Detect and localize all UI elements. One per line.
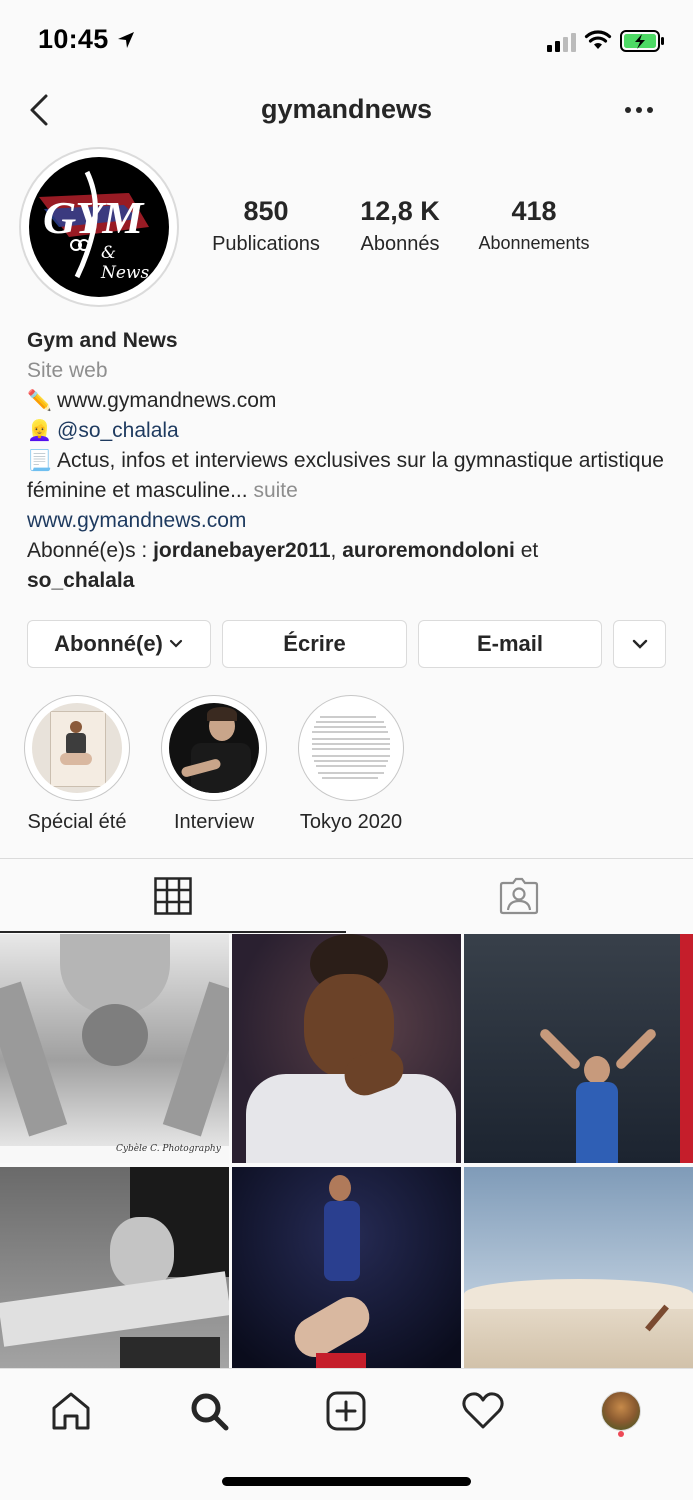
following-label: Abonnements bbox=[478, 233, 590, 253]
highlight-thumbnail bbox=[32, 703, 122, 793]
email-button[interactable]: E-mail bbox=[418, 620, 602, 668]
bio-line-mention: 👱‍♀️ @so_chalala bbox=[27, 416, 677, 446]
follower-1: jordanebayer2011 bbox=[153, 539, 331, 562]
pencil-emoji: ✏️ bbox=[27, 390, 52, 412]
more-link[interactable]: suite bbox=[253, 479, 297, 502]
follower-3: so_chalala bbox=[27, 569, 135, 592]
website-link[interactable]: www.gymandnews.com bbox=[27, 506, 677, 536]
bio-website-text: www.gymandnews.com bbox=[57, 389, 277, 412]
grid-post[interactable] bbox=[464, 1167, 693, 1370]
followed-by[interactable]: Abonné(e)s : jordanebayer2011, auroremon… bbox=[27, 536, 677, 596]
logo-subtext: & News bbox=[101, 243, 150, 283]
wifi-icon bbox=[584, 30, 612, 49]
person-emoji: 👱‍♀️ bbox=[27, 420, 52, 442]
page-title: gymandnews bbox=[260, 94, 433, 124]
search-icon bbox=[191, 1393, 229, 1431]
grid-post[interactable] bbox=[464, 934, 693, 1163]
posts-grid: Cybèle C. Photography bbox=[0, 934, 693, 1370]
followers-count: 12,8 K bbox=[360, 196, 440, 226]
page-emoji: 📃 bbox=[27, 450, 52, 472]
active-tab-indicator bbox=[0, 931, 346, 933]
home-icon bbox=[52, 1392, 90, 1430]
home-indicator[interactable] bbox=[222, 1477, 471, 1486]
profile-header: gymandnews bbox=[0, 80, 693, 140]
and-text: et bbox=[514, 539, 539, 562]
profile-stats: 850 Publications 12,8 K Abonnés 418 Abon… bbox=[196, 196, 606, 266]
bio-line-description: 📃 Actus, infos et interviews exclusives s… bbox=[27, 446, 677, 506]
highlight-label: Tokyo 2020 bbox=[299, 811, 403, 833]
battery-charging-icon bbox=[620, 30, 664, 52]
stat-followers[interactable]: 12,8 K Abonnés bbox=[344, 196, 456, 256]
status-time: 10:45 bbox=[38, 24, 109, 54]
highlight-thumbnail bbox=[169, 703, 259, 793]
following-count: 418 bbox=[511, 196, 557, 226]
status-bar: 10:45 bbox=[0, 0, 693, 80]
follower-2: auroremondoloni bbox=[342, 539, 515, 562]
email-button-label: E-mail bbox=[476, 631, 544, 656]
highlight-interview[interactable]: Interview bbox=[144, 695, 284, 834]
profile-name: Gym and News bbox=[27, 329, 178, 352]
following-button[interactable]: Abonné(e) bbox=[27, 620, 211, 668]
profile-actions: Abonné(e) Écrire E-mail bbox=[27, 620, 667, 668]
highlight-tokyo-2020[interactable]: Tokyo 2020 bbox=[281, 695, 421, 834]
highlight-ring bbox=[298, 695, 404, 801]
tab-new-post[interactable] bbox=[322, 1387, 370, 1435]
mention-link[interactable]: @so_chalala bbox=[57, 419, 179, 442]
grid-post[interactable] bbox=[0, 1167, 229, 1370]
profile-category: Site web bbox=[27, 359, 108, 382]
more-options-icon[interactable] bbox=[620, 98, 660, 122]
highlight-label: Spécial été bbox=[27, 811, 127, 833]
bio-description: Actus, infos et interviews exclusives su… bbox=[27, 449, 664, 502]
highlight-special-ete[interactable]: Spécial été bbox=[7, 695, 147, 834]
cellular-signal-icon bbox=[547, 33, 576, 52]
highlight-ring bbox=[161, 695, 267, 801]
tab-search[interactable] bbox=[185, 1387, 233, 1435]
photo-watermark: Cybèle C. Photography bbox=[116, 1144, 221, 1154]
profile-tabs bbox=[0, 858, 693, 934]
highlight-ring bbox=[24, 695, 130, 801]
suggestions-button[interactable] bbox=[613, 620, 666, 668]
highlight-thumbnail bbox=[306, 703, 396, 793]
tab-home[interactable] bbox=[47, 1387, 95, 1435]
bio-line-website: ✏️ www.gymandnews.com bbox=[27, 386, 677, 416]
heart-icon bbox=[462, 1392, 504, 1429]
tab-profile[interactable] bbox=[597, 1387, 645, 1435]
posts-label: Publications bbox=[212, 233, 320, 255]
tab-grid[interactable] bbox=[0, 859, 346, 933]
grid-post[interactable] bbox=[232, 934, 461, 1163]
location-arrow-icon bbox=[118, 32, 134, 48]
profile-avatar[interactable]: GYM & News bbox=[19, 147, 179, 307]
highlight-label: Interview bbox=[173, 811, 255, 833]
grid-icon bbox=[154, 877, 192, 915]
grid-post[interactable]: Cybèle C. Photography bbox=[0, 934, 229, 1163]
stat-posts[interactable]: 850 Publications bbox=[206, 196, 326, 256]
chevron-down-icon bbox=[169, 639, 182, 648]
followed-by-prefix: Abonné(e)s : bbox=[27, 539, 154, 562]
profile-bio: Gym and News Site web ✏️ www.gymandnews.c… bbox=[27, 326, 677, 596]
story-highlights: Spécial été Interview Tokyo 2020 bbox=[0, 695, 693, 835]
chevron-down-icon bbox=[632, 639, 647, 649]
following-button-label: Abonné(e) bbox=[54, 631, 163, 656]
logo-text: GYM bbox=[43, 192, 143, 243]
posts-count: 850 bbox=[243, 196, 289, 226]
stat-following[interactable]: 418 Abonnements bbox=[472, 196, 596, 254]
separator: , bbox=[330, 539, 343, 562]
tagged-person-icon bbox=[499, 877, 539, 915]
profile-avatar bbox=[601, 1391, 641, 1431]
tab-tagged[interactable] bbox=[346, 859, 692, 933]
logo: GYM & News bbox=[29, 157, 169, 297]
tab-activity[interactable] bbox=[459, 1387, 507, 1435]
followers-label: Abonnés bbox=[360, 233, 440, 255]
message-button-label: Écrire bbox=[283, 631, 346, 656]
add-post-icon bbox=[326, 1391, 366, 1431]
message-button[interactable]: Écrire bbox=[222, 620, 407, 668]
grid-post[interactable] bbox=[232, 1167, 461, 1370]
notification-dot bbox=[618, 1431, 624, 1437]
